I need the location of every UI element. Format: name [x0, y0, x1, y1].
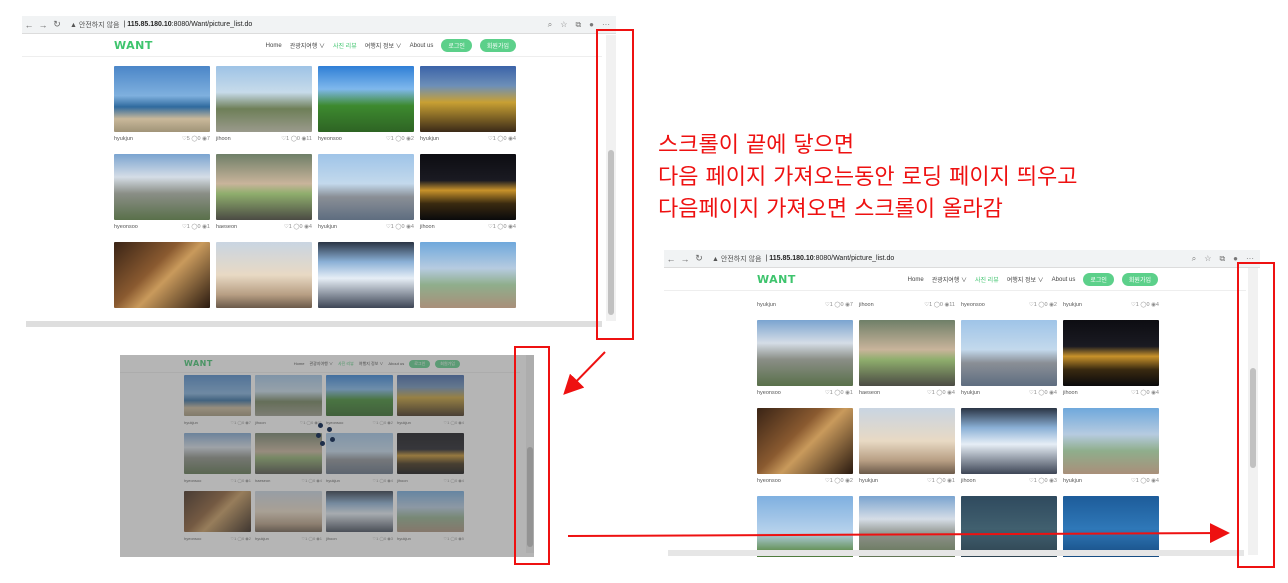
flow-arrows	[563, 351, 1230, 544]
arrow-to-after	[567, 523, 1230, 544]
arrow-to-loading	[563, 351, 606, 395]
